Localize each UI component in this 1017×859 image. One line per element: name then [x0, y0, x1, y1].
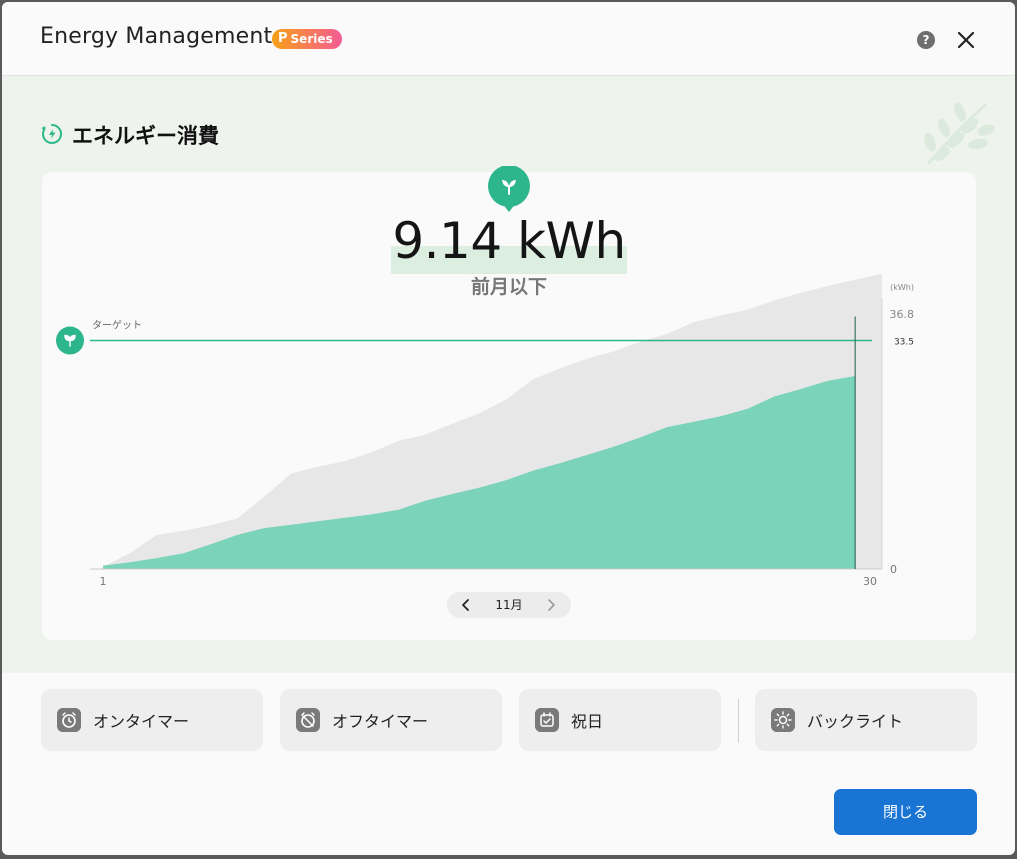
- alarm-off-icon: [296, 708, 320, 732]
- off-timer-label: オフタイマー: [332, 712, 429, 731]
- footer-divider: [738, 699, 739, 743]
- consumption-chart: ターゲット (kWh) 36.8 33.5 0 1 30: [56, 273, 915, 588]
- dialog-body: エネルギー消費 9.14 kWh 前月以下 ターゲット (kWh) 36.8 3…: [2, 76, 1015, 673]
- off-timer-button[interactable]: オフタイマー: [280, 689, 502, 751]
- energy-dialog: Energy Management P Series ? エネルギー消費 9.1…: [2, 2, 1015, 855]
- y-tick-zero: 0: [890, 563, 897, 576]
- section-title: エネルギー消費: [72, 124, 219, 148]
- close-icon[interactable]: [954, 28, 978, 52]
- x-tick-first: 1: [100, 575, 107, 588]
- target-value-label: 33.5: [894, 338, 914, 348]
- on-timer-label: オンタイマー: [93, 712, 190, 731]
- backlight-label: バックライト: [807, 712, 904, 731]
- x-tick-last: 30: [863, 575, 877, 588]
- holiday-button[interactable]: 祝日: [519, 689, 721, 751]
- y-unit-label: (kWh): [890, 283, 914, 292]
- badge-text: Series: [290, 32, 333, 46]
- calendar-icon: [535, 708, 559, 732]
- series-badge: P Series: [272, 29, 342, 49]
- leaf-decoration-icon: [924, 102, 995, 165]
- help-icon[interactable]: ?: [917, 31, 935, 49]
- dialog-title: Energy Management: [40, 24, 273, 49]
- y-tick-max: 36.8: [890, 308, 915, 321]
- dialog-header: Energy Management P Series ?: [2, 2, 1015, 76]
- backlight-button[interactable]: バックライト: [755, 689, 977, 751]
- holiday-label: 祝日: [571, 712, 604, 731]
- consumption-card: 9.14 kWh 前月以下 ターゲット (kWh) 36.8 33.5 0 1 30 11月: [42, 166, 976, 640]
- on-timer-button[interactable]: オンタイマー: [41, 689, 263, 751]
- target-label: ターゲット: [92, 320, 142, 332]
- sun-icon: [771, 708, 795, 732]
- chevron-right-icon[interactable]: [544, 598, 558, 612]
- alarm-clock-icon: [57, 708, 81, 732]
- close-button[interactable]: 閉じる: [834, 789, 977, 835]
- badge-letter: P: [278, 31, 288, 46]
- month-navigator: 11月: [447, 592, 571, 618]
- energy-plug-icon: [41, 124, 62, 144]
